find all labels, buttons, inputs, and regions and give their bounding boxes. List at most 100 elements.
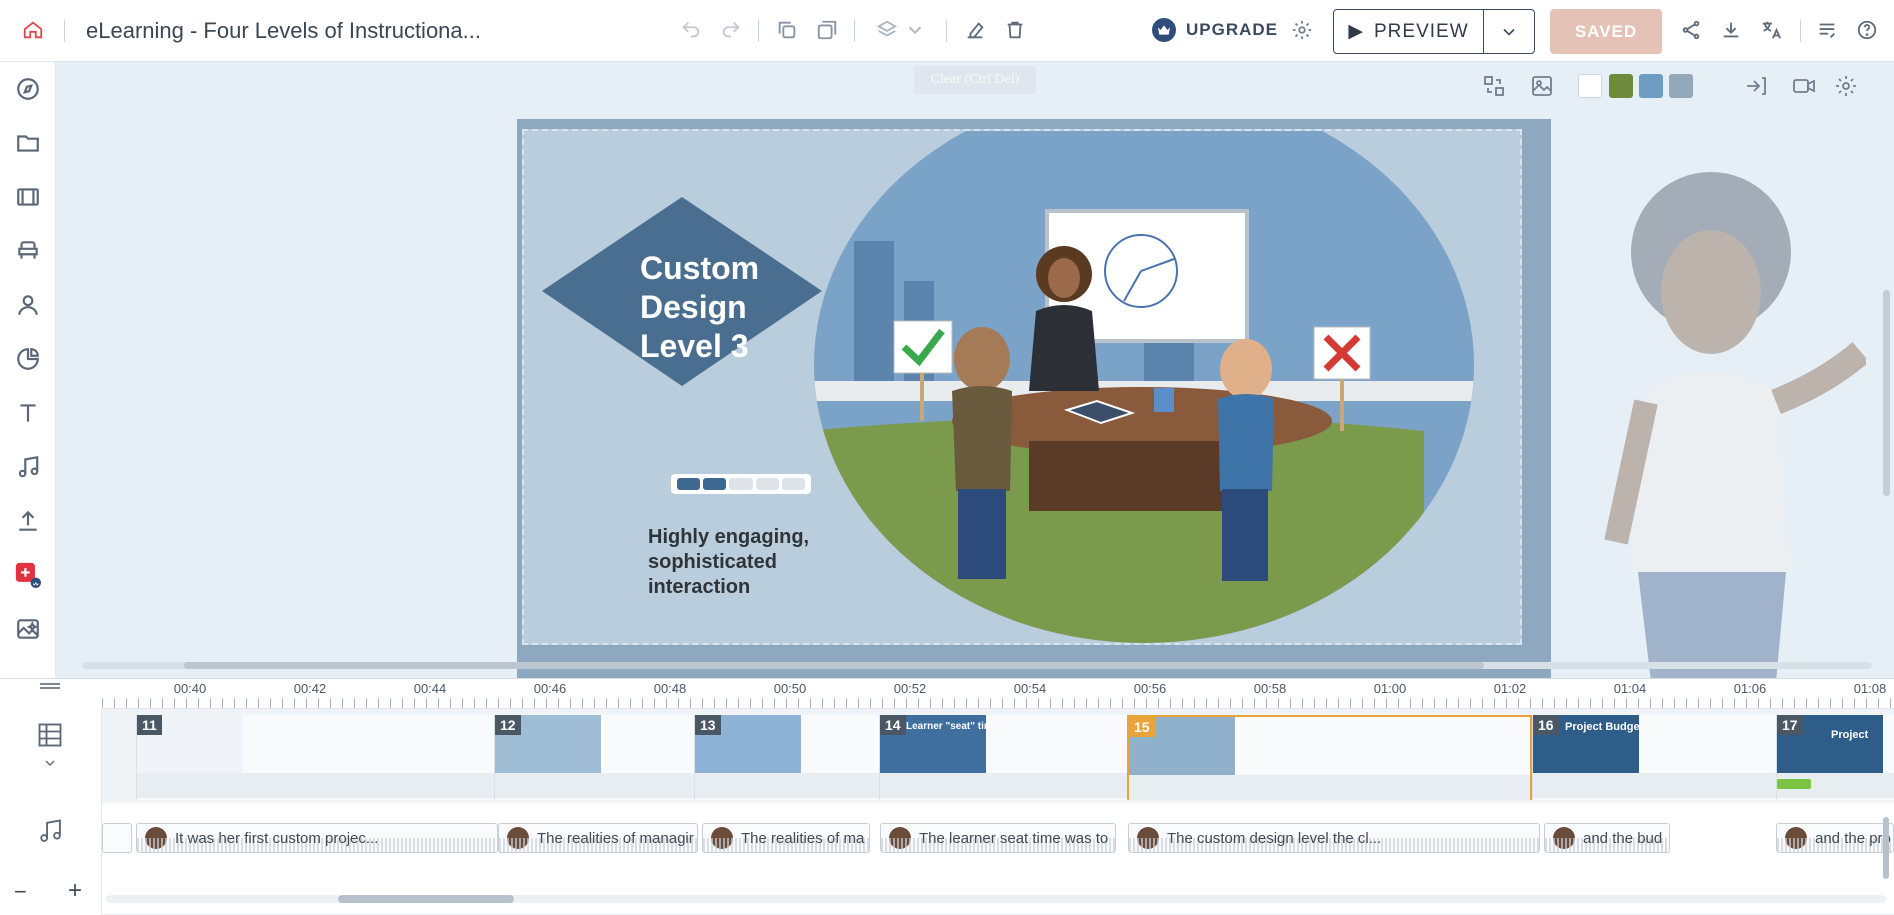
compass-icon[interactable]: [13, 74, 43, 104]
offstage-character-figure[interactable]: [1576, 142, 1866, 678]
divider: [1800, 20, 1801, 42]
audio-clip[interactable]: The realities of managir: [498, 823, 698, 853]
slide-canvas[interactable]: Custom Design Level 3 Highly engaging, s…: [522, 129, 1522, 645]
collapse-track-chevron-icon[interactable]: [42, 755, 58, 776]
timeline-resize-handle[interactable]: [40, 683, 60, 685]
trash-icon[interactable]: [1002, 17, 1028, 43]
level-progress-bar[interactable]: [671, 474, 811, 494]
audio-clip[interactable]: [102, 823, 132, 853]
ruler-time-label: 00:50: [773, 681, 807, 696]
scrollbar-thumb[interactable]: [184, 662, 1484, 669]
color-swatch-3[interactable]: [1639, 74, 1663, 98]
play-icon: ▶: [1348, 21, 1364, 42]
scene-settings-gear-icon[interactable]: [1832, 72, 1860, 100]
charts-pie-icon[interactable]: [13, 344, 43, 374]
timeline-panel: 00:40 00:42 00:44 00:46 00:48 00:50 00:52 00:54…: [0, 678, 1894, 915]
camera-icon[interactable]: [1790, 72, 1818, 100]
track-headers: − +: [0, 709, 102, 915]
timeline-zoom-out-icon[interactable]: −: [14, 879, 27, 905]
scene-block[interactable]: 12: [494, 715, 694, 800]
document-title[interactable]: eLearning - Four Levels of Instructiona.…: [86, 18, 481, 44]
clear-icon[interactable]: [962, 17, 988, 43]
canvas-vertical-scrollbar[interactable]: [1883, 290, 1890, 496]
woman-character[interactable]: [1029, 246, 1099, 391]
color-swatch-1[interactable]: [1578, 74, 1602, 98]
divider: [64, 20, 65, 42]
download-icon[interactable]: [1718, 17, 1744, 43]
enter-icon[interactable]: [1742, 72, 1770, 100]
ruler-ticks: [102, 698, 1894, 708]
audio-track-icon[interactable]: [36, 817, 64, 850]
scene-block[interactable]: Learner "seat" time 14: [879, 715, 1127, 800]
progress-segment: [677, 478, 701, 490]
folder-icon[interactable]: [13, 128, 43, 158]
redo-icon[interactable]: [718, 17, 744, 43]
swap-layout-icon[interactable]: [1480, 72, 1508, 100]
scene-block[interactable]: 13: [694, 715, 879, 800]
scrollbar-thumb[interactable]: [338, 895, 514, 903]
home-icon[interactable]: [20, 17, 46, 43]
slide-title-line-2: Design: [640, 289, 747, 325]
timeline-ruler[interactable]: 00:40 00:42 00:44 00:46 00:48 00:50 00:52 00:54…: [102, 679, 1894, 709]
slide-title-text[interactable]: Custom Design Level 3: [640, 249, 820, 366]
text-icon[interactable]: [13, 398, 43, 428]
undo-icon[interactable]: [678, 17, 704, 43]
saved-button[interactable]: SAVED: [1550, 9, 1662, 54]
audio-clip[interactable]: The learner seat time was to: [880, 823, 1116, 853]
audio-clip[interactable]: It was her first custom projec...: [136, 823, 498, 853]
ruler-time-label: 01:06: [1733, 681, 1767, 696]
scene-block[interactable]: Project Budget 16: [1532, 715, 1776, 800]
music-icon[interactable]: [13, 452, 43, 482]
plugin-premium-icon[interactable]: [13, 560, 43, 590]
audio-clip[interactable]: and the pro: [1776, 823, 1894, 853]
preview-dropdown-chevron-icon[interactable]: [1484, 22, 1534, 42]
audio-clip-text: and the pro: [1815, 829, 1891, 847]
transition-marker[interactable]: [1777, 779, 1811, 789]
script-icon[interactable]: [1814, 17, 1840, 43]
ruler-time-label: 00:58: [1253, 681, 1287, 696]
layers-icon[interactable]: [874, 17, 900, 43]
audio-clip[interactable]: The realities of ma: [702, 823, 870, 853]
scene-number: 14: [880, 715, 906, 735]
scene-block[interactable]: Project 17: [1776, 715, 1894, 800]
copy-icon[interactable]: [774, 17, 800, 43]
ruler-time-label: 00:42: [293, 681, 327, 696]
timeline-horizontal-scrollbar[interactable]: [106, 895, 1886, 903]
scene-transition-bar: [1777, 773, 1894, 798]
props-chair-icon[interactable]: [13, 236, 43, 266]
slide-body-text[interactable]: Highly engaging, sophisticated interacti…: [648, 525, 828, 600]
scene-block-selected[interactable]: 15: [1127, 715, 1532, 800]
audio-clip-text: The realities of ma: [741, 829, 865, 847]
slide-title-line-3: Level 3: [640, 328, 749, 364]
canvas-horizontal-scrollbar[interactable]: [82, 662, 1872, 669]
upload-icon[interactable]: [13, 506, 43, 536]
timeline-zoom-in-icon[interactable]: +: [68, 877, 82, 905]
preview-main[interactable]: ▶ PREVIEW: [1334, 10, 1484, 53]
image-effects-icon[interactable]: [13, 614, 43, 644]
audio-clip[interactable]: The custom design level the cl...: [1128, 823, 1540, 853]
scene-number: 17: [1777, 715, 1803, 735]
help-icon[interactable]: [1854, 17, 1880, 43]
share-icon[interactable]: [1678, 17, 1704, 43]
preview-button[interactable]: ▶ PREVIEW: [1333, 9, 1535, 54]
upgrade-button[interactable]: UPGRADE: [1152, 18, 1278, 42]
top-bar: eLearning - Four Levels of Instructiona.…: [0, 0, 1894, 62]
background-image-icon[interactable]: [1528, 72, 1556, 100]
scenes-icon[interactable]: [13, 182, 43, 212]
timeline-vertical-scrollbar[interactable]: [1883, 817, 1889, 879]
divider: [946, 20, 947, 42]
scenes-track-icon[interactable]: [36, 721, 64, 754]
duplicate-icon[interactable]: [814, 17, 840, 43]
color-swatch-2[interactable]: [1609, 74, 1633, 98]
color-swatch-4[interactable]: [1669, 74, 1693, 98]
chevron-down-icon[interactable]: [902, 17, 928, 43]
characters-icon[interactable]: [13, 290, 43, 320]
settings-gear-icon[interactable]: [1289, 17, 1315, 43]
audio-clip[interactable]: and the bud: [1544, 823, 1670, 853]
audio-clip-text: and the bud: [1583, 829, 1663, 847]
scene-block[interactable]: 11: [136, 715, 494, 800]
translate-icon[interactable]: [1758, 17, 1784, 43]
canvas-workspace[interactable]: Custom Design Level 3 Highly engaging, s…: [56, 112, 1894, 678]
scene-number: 16: [1533, 715, 1559, 735]
crown-icon: [1152, 18, 1176, 42]
